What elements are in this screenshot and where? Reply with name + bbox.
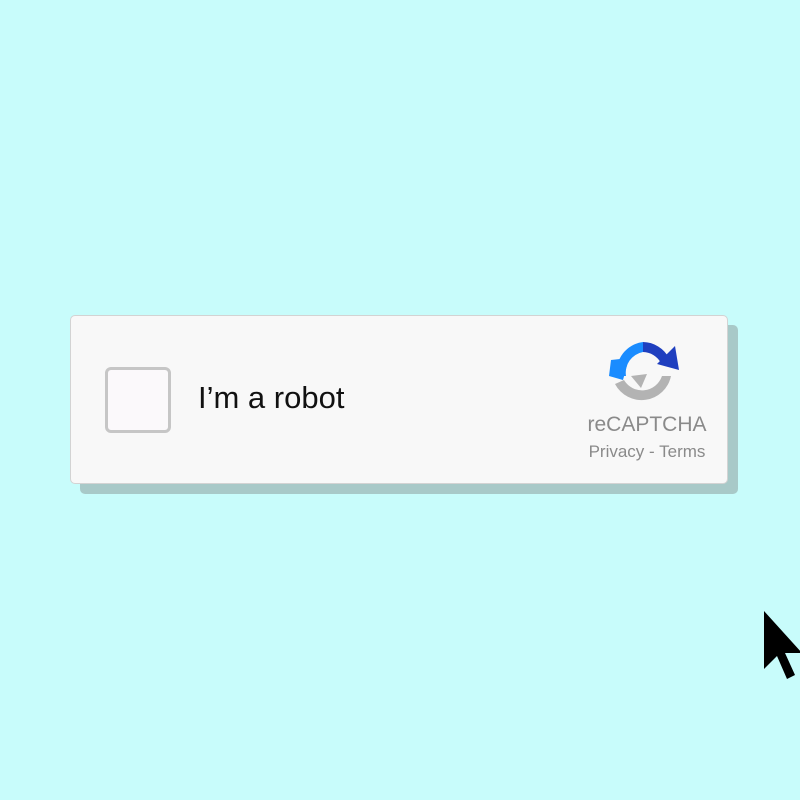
captcha-box: I’m a robot reCAPTCHA Privacy - Terms xyxy=(70,315,728,484)
recaptcha-brand-text: reCAPTCHA xyxy=(587,413,707,436)
terms-link[interactable]: Terms xyxy=(659,442,705,461)
robot-checkbox[interactable] xyxy=(105,367,171,433)
captcha-widget: I’m a robot reCAPTCHA Privacy - Terms xyxy=(70,315,738,494)
recaptcha-logo-icon xyxy=(609,342,679,401)
privacy-link[interactable]: Privacy xyxy=(589,442,645,461)
links-separator: - xyxy=(644,442,660,461)
mouse-pointer-icon xyxy=(764,611,800,679)
recaptcha-links: Privacy - Terms xyxy=(567,441,727,463)
checkbox-label: I’m a robot xyxy=(198,380,345,415)
